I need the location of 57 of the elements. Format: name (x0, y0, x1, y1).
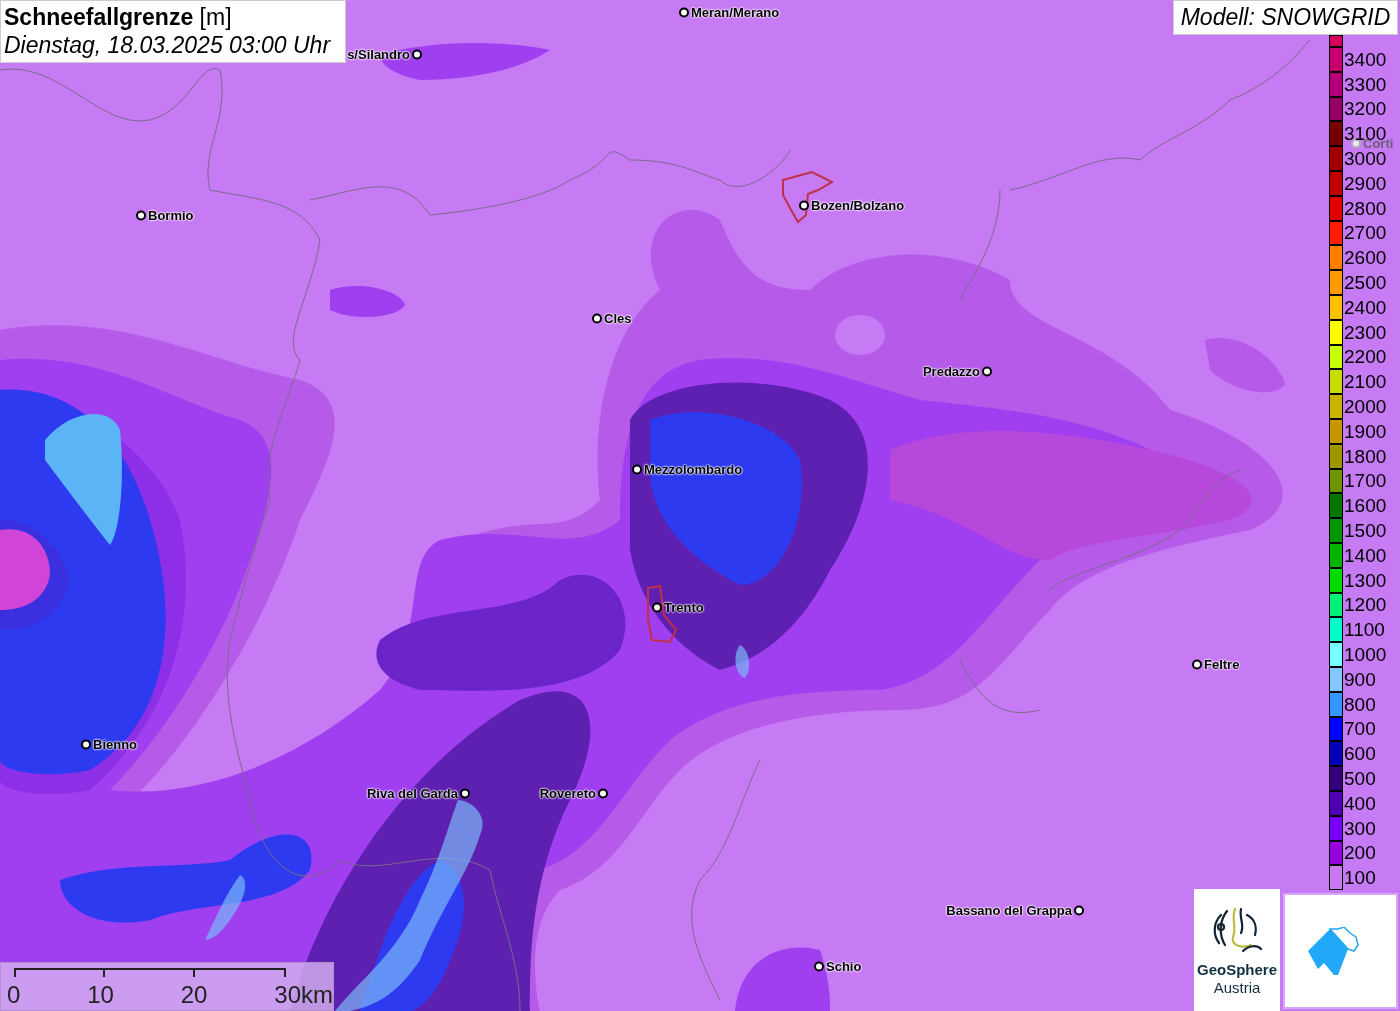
scale-label: 10 (87, 981, 114, 1009)
scale-label: 30km (274, 981, 333, 1009)
place-label: s/Silandro (347, 47, 410, 61)
place-label: Feltre (1204, 657, 1240, 671)
legend-label: 500 (1344, 769, 1376, 788)
legend-label: 1400 (1344, 545, 1387, 565)
place-label: Bienno (93, 737, 138, 751)
scale-label: 20 (180, 981, 208, 1009)
legend-label: 3300 (1344, 74, 1387, 94)
place-label: Mezzolombardo (644, 462, 743, 476)
legend-label: 800 (1344, 694, 1376, 714)
legend-label: 200 (1344, 843, 1376, 863)
legend-label: 3400 (1344, 49, 1387, 69)
place-label: Rovereto (539, 786, 596, 800)
legend-label: 1100 (1344, 620, 1385, 640)
legend-label: 2100 (1344, 372, 1387, 392)
legend-label: 2400 (1344, 297, 1387, 317)
legend-label: 1900 (1344, 421, 1387, 441)
legend-label: 2000 (1344, 397, 1387, 417)
legend-label: 2600 (1344, 248, 1387, 268)
legend-label: 900 (1344, 669, 1376, 689)
logo-name: GeoSphere (1197, 961, 1277, 979)
place-label: Cles (604, 311, 632, 325)
place-label: Bozen/Bolzano (811, 198, 905, 212)
scale-ruler-icon (14, 968, 286, 978)
map-title: Schneefallgrenze [m] (4, 3, 233, 31)
map-timestamp: Dienstag, 18.03.2025 03:00 Uhr (4, 31, 332, 59)
legend-label: 2900 (1344, 173, 1387, 193)
legend-label: 1800 (1344, 446, 1387, 466)
place-label: Meran/Merano (691, 5, 780, 19)
legend-label: 2800 (1344, 198, 1387, 218)
legend-label: 1300 (1344, 570, 1387, 590)
legend-label: 1000 (1344, 645, 1387, 664)
place-label: Riva del Garda (366, 786, 458, 800)
legend-label: 2200 (1344, 347, 1387, 367)
legend-label: 3200 (1344, 99, 1387, 119)
scale-label: 0 (7, 981, 21, 1009)
place-label: Schio (826, 959, 862, 973)
legend-label: 1200 (1344, 595, 1387, 615)
legend-label: 300 (1344, 818, 1376, 838)
model-label: Modell: SNOWGRID (1173, 0, 1398, 35)
legend-label: 400 (1344, 793, 1376, 813)
legend-label: 2700 (1344, 223, 1387, 243)
legend-label: 1500 (1344, 521, 1387, 541)
legend-label: 700 (1344, 719, 1376, 739)
place-label: Predazzo (922, 364, 980, 378)
legend-label: 600 (1344, 744, 1376, 764)
legend-label: 2300 (1344, 322, 1387, 342)
place-label: Bassano del Grappa (946, 903, 1072, 917)
place-label: Bormio (148, 208, 194, 222)
legend-label: 3000 (1344, 149, 1387, 169)
legend-label: 1600 (1344, 496, 1387, 516)
legend-label: 1700 (1344, 471, 1387, 491)
legend-label: 2500 (1344, 273, 1387, 293)
legend-label: 100 (1344, 868, 1376, 888)
logo-subtitle: Austria (1213, 979, 1261, 997)
place-label: Trento (664, 600, 704, 614)
